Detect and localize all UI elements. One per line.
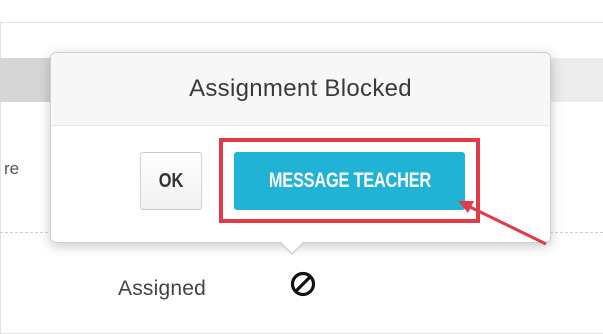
truncated-column-label: re <box>4 159 20 178</box>
assignment-status-label: Assigned <box>118 277 206 300</box>
annotation-highlight-box <box>219 138 480 223</box>
popover-title: Assignment Blocked <box>51 53 550 126</box>
ok-button[interactable]: OK <box>139 152 203 210</box>
popover-pointer-fill <box>280 241 304 253</box>
blocked-icon[interactable] <box>289 270 317 298</box>
